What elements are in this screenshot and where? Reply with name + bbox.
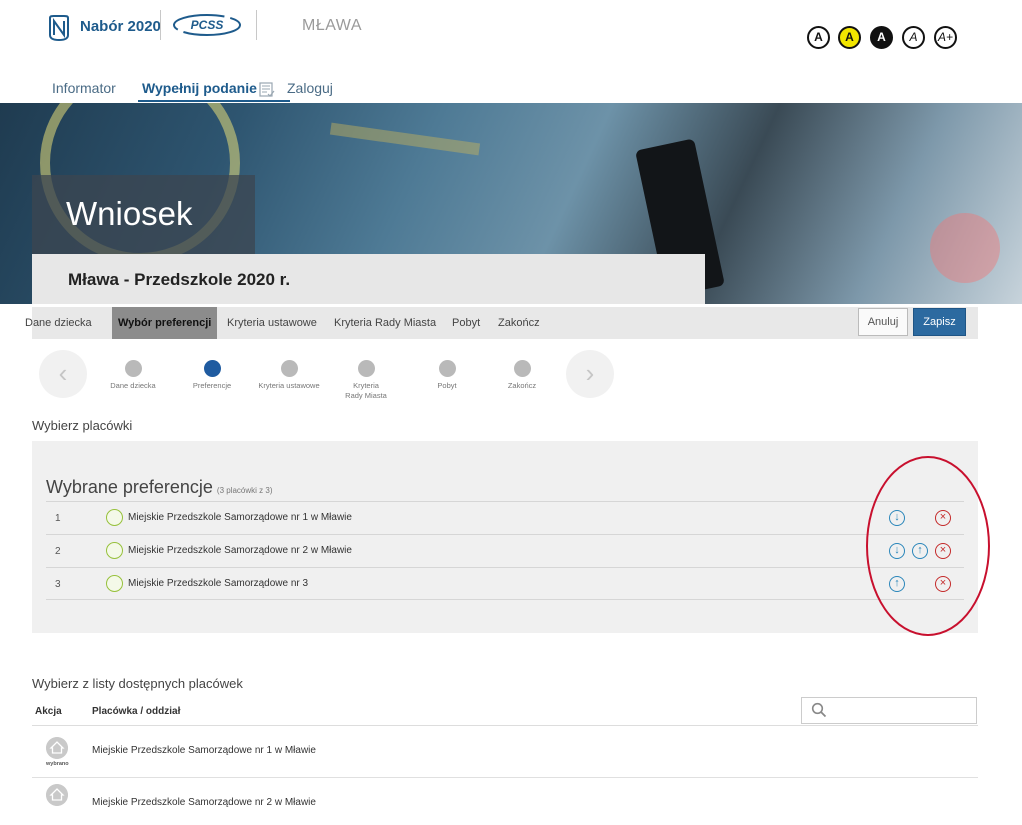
hero-title-box: Wniosek — [32, 175, 255, 257]
selected-tag: wybrano — [46, 761, 69, 767]
wizard-step-label: Dane dziecka — [110, 381, 156, 390]
column-header-facility: Placówka / oddział — [92, 706, 181, 717]
contrast-black-button[interactable]: A — [870, 26, 893, 49]
form-edit-icon — [259, 82, 275, 97]
wizard-step[interactable]: Dane dziecka — [93, 360, 173, 391]
wizard-next-button[interactable]: › — [566, 350, 614, 398]
nav-informator[interactable]: Informator — [52, 80, 116, 96]
tab-pobyt[interactable]: Pobyt — [452, 307, 480, 339]
wizard-step-label: Preferencje — [192, 381, 232, 390]
nav-fill-application[interactable]: Wypełnij podanie — [142, 80, 257, 96]
preferences-heading: Wybrane preferencje (3 placówki z 3) — [46, 477, 273, 498]
kindergarten-icon — [106, 575, 123, 592]
search-input[interactable] — [801, 697, 977, 724]
step-tabs: Dane dziecka Wybór preferencji Kryteria … — [25, 307, 978, 339]
preference-name: Miejskie Przedszkole Samorządowe nr 3 — [128, 578, 309, 589]
font-larger-button[interactable]: A+ — [934, 26, 957, 49]
preference-number: 1 — [55, 513, 61, 524]
preference-row: 1 Miejskie Przedszkole Samorządowe nr 1 … — [46, 501, 964, 534]
tab-wybor-preferencji[interactable]: Wybór preferencji — [112, 307, 218, 339]
contrast-default-button[interactable]: A — [807, 26, 830, 49]
city-name: MŁAWA — [302, 17, 362, 34]
wizard-step[interactable]: Preferencje — [172, 360, 252, 391]
nav-login[interactable]: Zaloguj — [287, 80, 333, 96]
page-subtitle: Mława - Przedszkole 2020 r. — [68, 270, 291, 289]
house-icon[interactable] — [46, 784, 68, 806]
house-icon[interactable] — [46, 737, 68, 759]
divider — [256, 10, 257, 40]
wizard-step-dot — [124, 360, 142, 377]
wizard-step-dot-current — [203, 360, 221, 377]
font-normal-button[interactable]: A — [902, 26, 925, 49]
kindergarten-icon — [106, 509, 123, 526]
divider — [160, 10, 161, 40]
wizard-step-label: Zakończ — [507, 381, 537, 390]
preferences-panel: Wybrane preferencje (3 placówki z 3) 1 Mi… — [32, 441, 978, 633]
column-header-action: Akcja — [35, 706, 62, 717]
preference-name: Miejskie Przedszkole Samorządowe nr 1 w … — [128, 512, 352, 523]
table-row: Miejskie Przedszkole Samorządowe nr 2 w … — [32, 779, 978, 825]
wizard-step-label: Pobyt — [437, 381, 457, 390]
save-button[interactable]: Zapisz — [913, 308, 966, 336]
wizard-step-dot — [280, 360, 298, 377]
highlight-annotation — [866, 456, 990, 636]
kindergarten-icon — [106, 542, 123, 559]
wizard-step[interactable]: Zakończ — [482, 360, 562, 391]
hero-decoration — [329, 122, 481, 156]
wizard-step[interactable]: Kryteria Rady Miasta — [326, 360, 406, 401]
wizard-step[interactable]: Kryteria ustawowe — [249, 360, 329, 391]
preference-number: 3 — [55, 579, 61, 590]
hero-banner: Wniosek Mława - Przedszkole 2020 r. — [0, 103, 1022, 304]
facility-name: Miejskie Przedszkole Samorządowe nr 2 w … — [92, 797, 316, 808]
preference-number: 2 — [55, 546, 61, 557]
preferences-count: (3 placówki z 3) — [216, 486, 273, 495]
pcss-logo[interactable]: PCSS — [172, 13, 242, 37]
nabor-logo-icon[interactable] — [46, 15, 72, 41]
wizard-step-dot — [438, 360, 456, 377]
pcss-logo-text: PCSS — [191, 18, 224, 32]
wizard-step-label: Kryteria Rady Miasta — [345, 381, 387, 400]
tab-kryteria-rady-miasta[interactable]: Kryteria Rady Miasta — [334, 307, 436, 339]
tab-kryteria-ustawowe[interactable]: Kryteria ustawowe — [227, 307, 317, 339]
section-title: Wybierz placówki — [32, 418, 133, 433]
wizard-step-dot — [513, 360, 531, 377]
search-icon — [811, 702, 827, 718]
preferences-heading-text: Wybrane preferencje — [46, 477, 213, 497]
contrast-yellow-button[interactable]: A — [838, 26, 861, 49]
divider — [32, 725, 978, 726]
available-list-title: Wybierz z listy dostępnych placówek — [32, 676, 243, 691]
facility-name: Miejskie Przedszkole Samorządowe nr 1 w … — [92, 745, 316, 756]
wizard-step-label: Kryteria ustawowe — [258, 381, 320, 390]
wizard-step-dot — [357, 360, 375, 377]
table-row: wybrano Miejskie Przedszkole Samorządowe… — [32, 732, 978, 778]
page-title: Wniosek — [66, 195, 193, 232]
tab-dane-dziecka[interactable]: Dane dziecka — [25, 307, 92, 339]
brand-name[interactable]: Nabór 2020 — [80, 18, 161, 35]
preference-row: 3 Miejskie Przedszkole Samorządowe nr 3 … — [46, 567, 964, 600]
preference-name: Miejskie Przedszkole Samorządowe nr 2 w … — [128, 545, 352, 556]
tab-zakoncz[interactable]: Zakończ — [498, 307, 540, 339]
wizard-step[interactable]: Pobyt — [407, 360, 487, 391]
cancel-button[interactable]: Anuluj — [858, 308, 908, 336]
nav-active-indicator — [138, 100, 290, 102]
preference-row: 2 Miejskie Przedszkole Samorządowe nr 2 … — [46, 534, 964, 567]
top-header: Nabór 2020 PCSS MŁAWA A A A A A+ — [0, 0, 1022, 60]
wizard-prev-button[interactable]: ‹ — [39, 350, 87, 398]
hero-subtitle-box: Mława - Przedszkole 2020 r. — [32, 254, 705, 304]
hero-decoration — [930, 213, 1000, 283]
